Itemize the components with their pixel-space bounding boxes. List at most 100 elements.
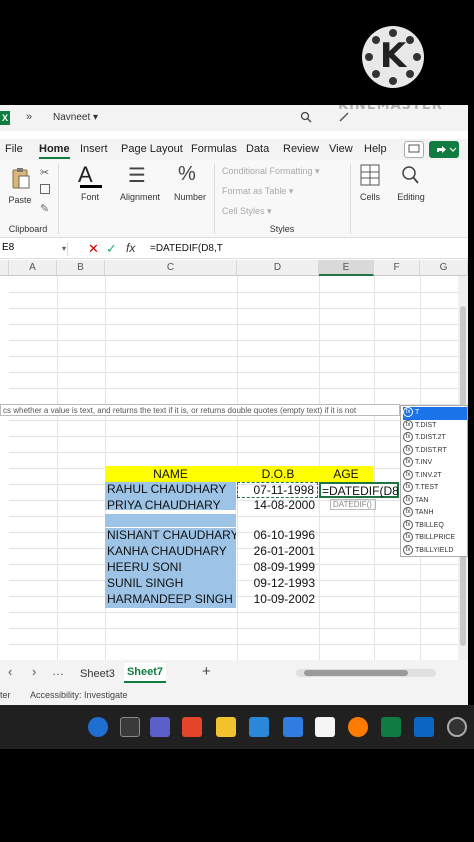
excel-app-icon[interactable]: X (0, 111, 10, 125)
editing-search-icon[interactable] (400, 164, 420, 186)
cell-styles-button[interactable]: Cell Styles ▾ (222, 206, 272, 217)
header-dob[interactable]: D.O.B (237, 467, 319, 482)
font-label[interactable]: Font (70, 192, 110, 202)
tab-home[interactable]: Home (39, 143, 70, 159)
dob-cell[interactable]: 09-12-1993 (237, 576, 318, 592)
paste-icon[interactable] (10, 166, 30, 190)
document-name[interactable]: Navneet ▾ (53, 112, 98, 123)
add-sheet-button[interactable]: + (202, 663, 211, 680)
insert-function-icon[interactable]: fx (126, 241, 135, 255)
dob-cell[interactable]: 26-01-2001 (237, 544, 318, 560)
enter-icon[interactable]: ✓ (106, 241, 117, 257)
sheet-tab-sheet7[interactable]: Sheet7 (124, 663, 166, 683)
autocomplete-item[interactable]: fx T (403, 407, 467, 420)
header-name[interactable]: NAME (105, 467, 236, 482)
autocomplete-item[interactable]: fx T.INV (403, 457, 467, 470)
name-cell-hidden[interactable] (105, 514, 236, 527)
tab-help[interactable]: Help (364, 143, 387, 155)
dob-cell[interactable]: 10-09-2002 (237, 592, 318, 608)
meet-icon[interactable] (283, 717, 303, 737)
autocomplete-item[interactable]: fx T.DIST (403, 419, 467, 433)
col-header-g[interactable]: G (420, 260, 468, 276)
edge-icon[interactable] (249, 717, 269, 737)
cut-icon[interactable]: ✂ (40, 166, 49, 179)
tab-view[interactable]: View (329, 143, 353, 155)
paste-label[interactable]: Paste (5, 195, 35, 205)
autocomplete-item[interactable]: fx TBILLEQ (403, 519, 467, 533)
excel-taskbar-icon[interactable] (381, 717, 401, 737)
conditional-formatting-button[interactable]: Conditional Formatting ▾ (222, 166, 320, 177)
bing-icon[interactable] (88, 717, 108, 737)
store-icon[interactable] (315, 717, 335, 737)
col-header-c[interactable]: C (105, 260, 237, 276)
col-header-f[interactable]: F (374, 260, 420, 276)
autocomplete-item[interactable]: fx TANH (403, 507, 467, 520)
tab-data[interactable]: Data (246, 143, 269, 155)
cells-label[interactable]: Cells (352, 192, 388, 202)
alignment-icon[interactable]: ☰ (128, 163, 146, 188)
name-cell[interactable]: KANHA CHAUDHARY (105, 544, 236, 560)
worksheet-grid[interactable]: A B C D E F G NAME D.O.B AGE RAHUL CHAUD… (0, 260, 468, 660)
tab-formulas[interactable]: Formulas (191, 143, 237, 155)
dob-cell[interactable]: 06-10-1996 (237, 528, 318, 544)
tab-review[interactable]: Review (283, 143, 319, 155)
alignment-label[interactable]: Alignment (114, 192, 166, 202)
qat-more-icon[interactable]: » (26, 111, 32, 123)
sheet-tab-sheet3[interactable]: Sheet3 (80, 668, 115, 680)
horizontal-scrollbar[interactable] (296, 669, 436, 677)
dob-cell[interactable]: 08-09-1999 (237, 560, 318, 576)
name-box[interactable]: E8 (0, 242, 68, 256)
settings-icon[interactable] (447, 717, 467, 737)
teams-icon[interactable] (150, 717, 170, 737)
number-format-icon[interactable]: % (178, 163, 196, 186)
comments-button[interactable] (404, 141, 424, 158)
name-cell[interactable]: NISHANT CHAUDHARY (105, 528, 236, 544)
name-box-dropdown-icon[interactable]: ▾ (62, 244, 66, 253)
cells-icon[interactable] (360, 164, 380, 186)
office-icon[interactable] (182, 717, 202, 737)
firefox-icon[interactable] (348, 717, 368, 737)
tab-file[interactable]: File (5, 143, 23, 155)
autocomplete-item[interactable]: fx TAN (403, 494, 467, 508)
sheet-prev-button[interactable]: ‹ (8, 664, 12, 679)
task-view-icon[interactable] (120, 717, 140, 737)
name-cell[interactable]: SUNIL SINGH (105, 576, 236, 592)
name-cell[interactable]: PRIYA CHAUDHARY (105, 498, 236, 510)
autocomplete-item[interactable]: fx T.TEST (403, 482, 467, 495)
file-explorer-icon[interactable] (216, 717, 236, 737)
search-icon[interactable] (300, 110, 312, 123)
autocomplete-item[interactable]: fx T.DIST.RT (403, 444, 467, 458)
name-cell[interactable]: RAHUL CHAUDHARY (105, 482, 236, 498)
select-all-corner[interactable] (0, 260, 9, 276)
app-icon[interactable] (414, 717, 434, 737)
horizontal-scroll-thumb[interactable] (304, 670, 408, 676)
cancel-icon[interactable]: ✕ (88, 241, 99, 257)
autocomplete-item[interactable]: fx TBILLPRICE (403, 532, 467, 545)
tab-page-layout[interactable]: Page Layout (121, 143, 183, 155)
format-as-table-button[interactable]: Format as Table ▾ (222, 186, 293, 197)
sheet-next-button[interactable]: › (32, 664, 36, 679)
copy-icon[interactable] (40, 184, 50, 194)
autocomplete-item[interactable]: fx T.DIST.2T (403, 432, 467, 445)
col-header-e[interactable]: E (319, 260, 374, 276)
name-cell[interactable]: HARMANDEEP SINGH (105, 592, 236, 608)
tab-insert[interactable]: Insert (80, 143, 108, 155)
dob-cell[interactable]: 14-08-2000 (237, 498, 318, 510)
accessibility-status[interactable]: Accessibility: Investigate (30, 690, 128, 700)
share-button[interactable] (429, 141, 459, 158)
col-header-b[interactable]: B (57, 260, 105, 276)
dob-cell[interactable]: 07-11-1998 (237, 482, 318, 498)
name-cell[interactable]: HEERU SONI (105, 560, 236, 576)
active-cell-e8[interactable]: =DATEDIF(D8,T (319, 482, 409, 498)
autocomplete-item[interactable]: fx T.INV.2T (403, 469, 467, 483)
col-header-d[interactable]: D (237, 260, 319, 276)
function-autocomplete-list[interactable]: fx Tfx T.DIST fx T.DIST.2T fx T.DIST.RT fx T.INV… (400, 405, 468, 557)
formula-input[interactable]: =DATEDIF(D8,T (150, 243, 223, 254)
sheet-more-button[interactable]: … (52, 664, 64, 678)
col-header-a[interactable]: A (9, 260, 57, 276)
autocomplete-item[interactable]: fx TBILLYIELD (403, 544, 467, 558)
number-label[interactable]: Number (170, 192, 210, 202)
editing-label[interactable]: Editing (391, 192, 431, 202)
header-age[interactable]: AGE (319, 467, 373, 482)
format-painter-icon[interactable]: ✎ (40, 202, 49, 215)
